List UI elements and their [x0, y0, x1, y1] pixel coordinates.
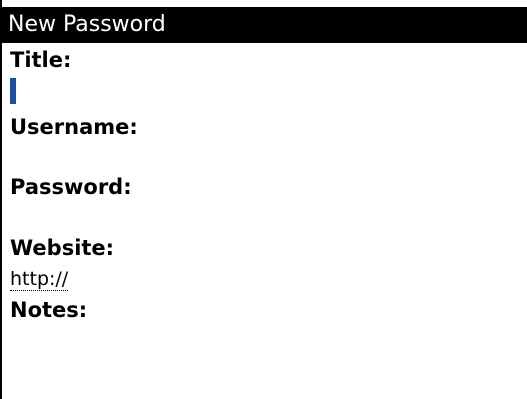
password-label: Password:: [10, 175, 132, 199]
screen-title-bar: New Password: [2, 7, 527, 43]
website-field[interactable]: http://: [8, 266, 518, 292]
screen-title: New Password: [8, 12, 166, 37]
username-label: Username:: [10, 115, 138, 139]
notes-field[interactable]: [8, 326, 518, 386]
new-password-screen: New Password Title: Username: Password: …: [0, 0, 527, 399]
title-label: Title:: [10, 48, 72, 72]
website-field-value: http://: [10, 268, 69, 291]
website-label: Website:: [10, 236, 115, 260]
username-field[interactable]: [8, 142, 518, 168]
password-field[interactable]: [8, 202, 518, 228]
notes-label: Notes:: [10, 298, 88, 322]
title-field[interactable]: [8, 78, 518, 104]
text-cursor: [10, 78, 16, 104]
